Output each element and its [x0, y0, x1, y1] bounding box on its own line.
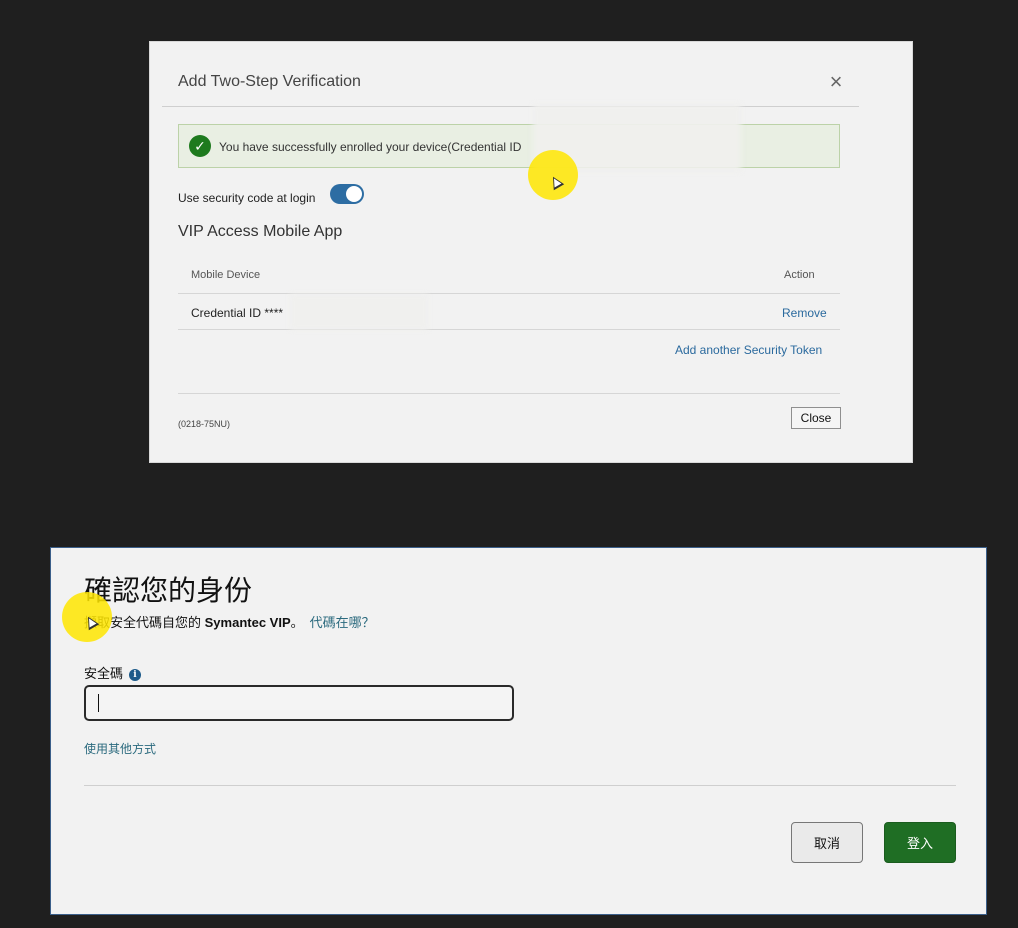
success-message: You have successfully enrolled your devi…: [219, 140, 522, 154]
info-icon[interactable]: i: [129, 668, 142, 681]
instruction-suffix: 。: [290, 615, 304, 630]
dialog-divider: [162, 106, 859, 107]
page-title: 確認您的身份: [84, 575, 253, 606]
column-header-device: Mobile Device: [191, 269, 261, 281]
row-divider: [178, 329, 840, 330]
column-header-action: Action: [784, 269, 815, 281]
close-icon[interactable]: ×: [826, 71, 846, 93]
panel-divider: [84, 785, 956, 786]
text-caret: [98, 694, 99, 712]
toggle-knob: [346, 186, 362, 202]
cancel-button[interactable]: 取消: [791, 822, 863, 863]
section-title: VIP Access Mobile App: [178, 223, 343, 240]
check-circle-icon: ✓: [189, 135, 211, 157]
two-step-dialog: Add Two-Step Verification × ✓ You have s…: [149, 41, 913, 463]
verify-identity-panel: 確認您的身份 擷取安全代碼自您的 Symantec VIP。 代碼在哪？ 安全碼 i…: [50, 547, 987, 915]
other-method-link[interactable]: 使用其他方式: [84, 740, 156, 757]
row-divider: [178, 293, 840, 294]
instruction-text: 擷取安全代碼自您的 Symantec VIP。 代碼在哪？: [84, 612, 375, 631]
dialog-code: (0218-75NU): [178, 419, 231, 429]
add-security-token-link[interactable]: Add another Security Token: [675, 343, 822, 357]
close-button[interactable]: Close: [791, 407, 841, 429]
dialog-title: Add Two-Step Verification: [178, 73, 361, 90]
security-code-label: 安全碼 i: [84, 663, 142, 682]
where-is-code-link[interactable]: 代碼在哪？: [310, 615, 375, 630]
redacted-credential-id-blur: [290, 294, 428, 330]
security-code-toggle[interactable]: [330, 184, 364, 204]
toggle-label: Use security code at login: [178, 191, 316, 205]
security-code-input[interactable]: [84, 685, 514, 721]
cursor-highlight: [528, 150, 578, 200]
brand-name: Symantec VIP: [204, 615, 291, 630]
field-label-text: 安全碼: [84, 666, 124, 681]
login-button[interactable]: 登入: [884, 822, 956, 863]
footer-divider: [178, 393, 840, 394]
remove-link[interactable]: Remove: [782, 306, 827, 320]
device-cell: Credential ID ****: [191, 306, 284, 320]
